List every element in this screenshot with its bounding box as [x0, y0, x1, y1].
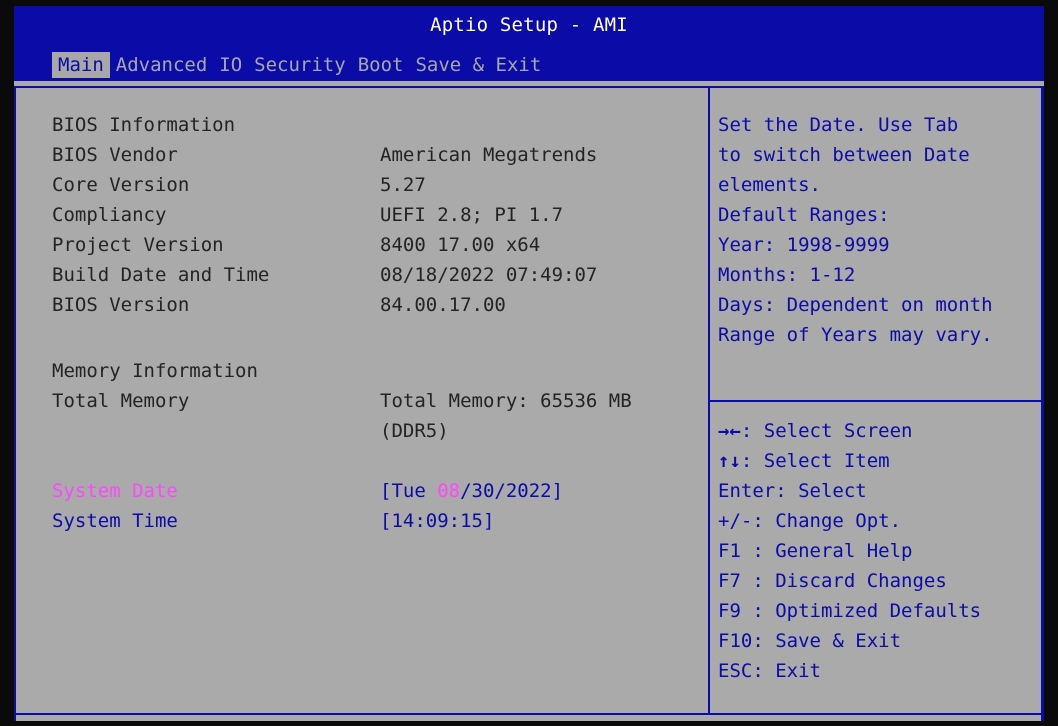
- help-line: Year: 1998-9999: [718, 234, 890, 256]
- key-hint-f7: F7 : Discard Changes: [718, 570, 947, 592]
- help-divider: [710, 400, 1041, 402]
- build-date-label: Build Date and Time: [52, 264, 270, 286]
- key-hint-key: ESC: [718, 660, 753, 682]
- key-hint-desc: : Change Opt.: [752, 510, 902, 532]
- system-date-suffix: /30/2022]: [460, 480, 564, 502]
- help-line: Months: 1-12: [718, 264, 856, 286]
- key-hint-desc: : Discard Changes: [752, 570, 947, 592]
- system-date-prefix: [Tue: [380, 480, 438, 502]
- frame-top: [14, 86, 1044, 88]
- compliancy-label: Compliancy: [52, 204, 167, 226]
- build-date-value: 08/18/2022 07:49:07: [380, 264, 598, 286]
- project-version-label: Project Version: [52, 234, 224, 256]
- frame-bottom: [14, 713, 1044, 715]
- key-hint-change-opt: +/-: Change Opt.: [718, 510, 901, 532]
- key-hint-key: F9: [718, 600, 753, 622]
- key-hint-f1: F1 : General Help: [718, 540, 912, 562]
- tab-bar: Main Advanced IO Security Boot Save & Ex…: [52, 52, 547, 78]
- help-line: Set the Date. Use Tab: [718, 114, 959, 136]
- frame-left: [14, 86, 16, 721]
- title-bar: Aptio Setup - AMI Main Advanced IO Secur…: [14, 6, 1044, 81]
- bios-version-value: 84.00.17.00: [380, 294, 506, 316]
- tab-main[interactable]: Main: [52, 52, 110, 78]
- arrows-up-down-icon: ↑↓: [718, 450, 741, 472]
- key-hint-select-item: ↑↓: Select Item: [718, 450, 890, 472]
- bios-vendor-value: American Megatrends: [380, 144, 598, 166]
- system-date-month[interactable]: 08: [437, 480, 460, 502]
- bios-version-label: BIOS Version: [52, 294, 190, 316]
- tab-boot[interactable]: Boot: [352, 52, 410, 78]
- tab-io[interactable]: IO: [213, 52, 248, 78]
- help-line: Days: Dependent on month: [718, 294, 993, 316]
- memory-info-heading: Memory Information: [52, 360, 258, 382]
- key-hint-esc: ESC: Exit: [718, 660, 821, 682]
- key-hint-key: F7: [718, 570, 753, 592]
- bios-vendor-label: BIOS Vendor: [52, 144, 178, 166]
- bios-info-heading: BIOS Information: [52, 114, 236, 136]
- system-time-label[interactable]: System Time: [52, 510, 178, 532]
- key-hint-desc: : Save & Exit: [752, 630, 902, 652]
- key-hint-f10: F10: Save & Exit: [718, 630, 901, 652]
- tab-advanced[interactable]: Advanced: [110, 52, 214, 78]
- key-hint-desc: : General Help: [752, 540, 913, 562]
- help-line: Default Ranges:: [718, 204, 890, 226]
- total-memory-value: Total Memory: 65536 MB: [380, 390, 632, 412]
- total-memory-type: (DDR5): [380, 420, 449, 442]
- key-hint-f9: F9 : Optimized Defaults: [718, 600, 981, 622]
- key-hint-enter: Enter: Select: [718, 480, 867, 502]
- frame-right: [1041, 86, 1044, 721]
- key-hint-desc: : Exit: [752, 660, 821, 682]
- key-hint-desc: : Optimized Defaults: [752, 600, 982, 622]
- key-hint-desc: : Select Item: [740, 450, 890, 472]
- core-version-label: Core Version: [52, 174, 190, 196]
- key-hint-select-screen: →←: Select Screen: [718, 420, 912, 442]
- app-title: Aptio Setup - AMI: [430, 14, 628, 36]
- tab-save-exit[interactable]: Save & Exit: [409, 52, 547, 78]
- key-hint-key: F10: [718, 630, 753, 652]
- help-line: elements.: [718, 174, 821, 196]
- help-line: to switch between Date: [718, 144, 970, 166]
- system-date-label[interactable]: System Date: [52, 480, 178, 502]
- key-hint-desc: : Select Screen: [740, 420, 913, 442]
- project-version-value: 8400 17.00 x64: [380, 234, 541, 256]
- tab-security[interactable]: Security: [248, 52, 352, 78]
- core-version-value: 5.27: [380, 174, 426, 196]
- key-hint-key: Enter: [718, 480, 776, 502]
- arrows-left-right-icon: →←: [718, 420, 741, 442]
- bios-screen: Aptio Setup - AMI Main Advanced IO Secur…: [14, 6, 1044, 721]
- compliancy-value: UEFI 2.8; PI 1.7: [380, 204, 564, 226]
- system-date-field[interactable]: [Tue 08/30/2022]: [380, 480, 563, 502]
- total-memory-label: Total Memory: [52, 390, 190, 412]
- key-hint-key: F1: [718, 540, 753, 562]
- help-line: Range of Years may vary.: [718, 324, 993, 346]
- key-hint-key: +/-: [718, 510, 753, 532]
- system-time-field[interactable]: [14:09:15]: [380, 510, 494, 532]
- key-hint-desc: : Select: [775, 480, 867, 502]
